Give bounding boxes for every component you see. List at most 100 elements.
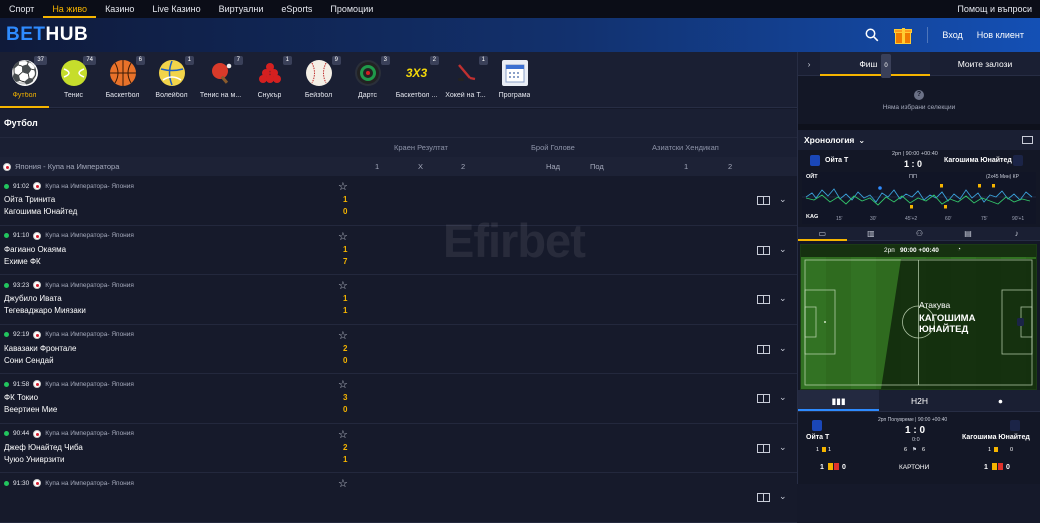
pitch-view-icon[interactable]: [757, 245, 770, 255]
match-time: 90:44: [13, 430, 30, 437]
table-tennis-icon: [208, 60, 234, 86]
sport-volleyball[interactable]: Волейбол 1: [147, 52, 196, 108]
site-header: BETHUB Вход Нов клиент: [0, 18, 1040, 52]
chevron-down-icon[interactable]: ⌄: [779, 442, 787, 453]
chronology-header[interactable]: Хронология ⌄: [798, 130, 1040, 150]
favorite-star-icon[interactable]: ☆: [338, 180, 348, 193]
chevron-down-icon[interactable]: ⌄: [779, 343, 787, 354]
chevron-down-icon[interactable]: ⌄: [779, 491, 787, 502]
match-row[interactable]: 91:10 Купа на Императора- Япония Фагиано О…: [0, 225, 797, 275]
attack-label: Атакува: [919, 300, 951, 310]
favorite-star-icon[interactable]: ☆: [338, 428, 348, 441]
graph-tick: 75': [981, 216, 988, 222]
japan-flag-icon: [33, 429, 42, 438]
match-meta: 90:44 Купа на Императора- Япония: [4, 429, 134, 438]
h2h-away-kit-icon: [1010, 420, 1020, 431]
japan-flag-icon: [33, 380, 42, 388]
chevron-down-icon[interactable]: ⌄: [779, 293, 787, 304]
away-team: Чуюо Униврзити: [4, 454, 65, 464]
chevron-down-icon[interactable]: ⌄: [779, 244, 787, 255]
tab-stats-chart-icon[interactable]: ▮▮▮: [798, 390, 879, 411]
pitch-view-icon[interactable]: [757, 443, 770, 453]
pitch-view-icon[interactable]: [757, 394, 770, 403]
tab-ball-icon[interactable]: ●: [960, 390, 1040, 411]
tab-betslip[interactable]: Фиш 0: [820, 51, 930, 78]
sport-calendar[interactable]: Програма: [490, 52, 539, 108]
collapse-arrow-icon[interactable]: ›: [798, 59, 820, 69]
nav-casino[interactable]: Казино: [96, 0, 143, 18]
sport-label: Баскетбол ...: [395, 92, 438, 99]
favorite-star-icon[interactable]: ☆: [338, 378, 348, 391]
sport-count-badge: 1: [478, 56, 488, 65]
pitch-view-icon[interactable]: [757, 196, 770, 205]
register-button[interactable]: Нов клиент: [977, 30, 1024, 40]
login-button[interactable]: Вход: [942, 30, 962, 40]
cards-label: КАРТОНИ: [899, 464, 930, 471]
favorite-star-icon[interactable]: ☆: [338, 329, 348, 342]
tab-table-icon[interactable]: ▤: [944, 227, 993, 241]
home-team: Ойта Т: [825, 157, 849, 164]
search-icon[interactable]: [865, 28, 879, 42]
chevron-down-icon[interactable]: ⌄: [779, 392, 787, 403]
home-score: 2: [343, 343, 348, 353]
tab-my-bets[interactable]: Моите залози: [930, 52, 1040, 76]
sport-tennis[interactable]: Тенис 74: [49, 52, 98, 108]
sport-table-tennis[interactable]: Тенис на м... 7: [196, 52, 245, 108]
momentum-line: [802, 184, 1036, 209]
sport-snooker[interactable]: Снукър 1: [245, 52, 294, 108]
nav-promotions[interactable]: Промоции: [321, 0, 382, 18]
league-header[interactable]: Япония - Купа на Императора 1 X 2 Над По…: [0, 157, 797, 176]
home-kit-icon: [810, 155, 820, 166]
pitch-status-bar: 2рп 90:00 +00:40 ◔: [801, 245, 1036, 257]
gift-icon[interactable]: [893, 25, 913, 45]
sport-darts[interactable]: Дартс 3: [343, 52, 392, 108]
cards-home-1: 1: [820, 464, 824, 471]
sport-basketball[interactable]: Баскетбол 6: [98, 52, 147, 108]
nav-esports[interactable]: eSports: [272, 0, 321, 18]
tab-lineups-icon[interactable]: ⚇: [895, 227, 944, 241]
attack-team: КАГОШИМА ЮНАЙТЕД: [919, 313, 976, 335]
yellow-card-icon: [828, 463, 833, 470]
pitch-view-icon[interactable]: [757, 295, 770, 304]
red-card-icon: [834, 463, 839, 470]
live-pitch: 2рп 90:00 +00:40 ◔ Атакува КАГОШИМА ЮНАЙ…: [800, 244, 1037, 390]
pitch-view-icon[interactable]: [757, 344, 770, 354]
chevron-down-icon[interactable]: ⌄: [779, 194, 787, 205]
help-link[interactable]: Помощ и въпроси: [948, 0, 1040, 18]
match-row[interactable]: 93:23 Купа на Императора- Япония Джубило И…: [0, 275, 797, 325]
away-team: Сони Сендай: [4, 355, 54, 365]
favorite-star-icon[interactable]: ☆: [338, 230, 348, 243]
nav-live[interactable]: На живо: [43, 0, 97, 18]
nav-virtual[interactable]: Виртуални: [210, 0, 273, 18]
main-content: Футбол Краен Резултат Брой Голове Азиатс…: [0, 109, 797, 523]
away-score: 1: [343, 454, 348, 464]
tv-icon[interactable]: [1022, 136, 1033, 144]
sport-baseball[interactable]: Бейзбол 9: [294, 52, 343, 108]
sport-basketball-3x3[interactable]: 3X3 Баскетбол ... 2: [392, 52, 441, 108]
sport-ice-hockey[interactable]: Хокей на Т... 1: [441, 52, 490, 108]
yellow-card-icon: [994, 447, 998, 452]
tab-h2h[interactable]: H2H: [879, 390, 960, 411]
nav-live-casino[interactable]: Live Казино: [143, 0, 209, 18]
match-row[interactable]: 92:19 Купа на Императора- Япония Кавазаки …: [0, 324, 797, 374]
tab-audio-icon[interactable]: ♪: [992, 227, 1040, 241]
match-row[interactable]: 91:30 Купа на Императора- Япония ☆ ⌄: [0, 473, 797, 523]
match-time: 91:10: [13, 232, 30, 239]
favorite-star-icon[interactable]: ☆: [338, 279, 348, 292]
bethub-logo[interactable]: BETHUB: [6, 24, 88, 46]
match-row[interactable]: 91:58 Купа на Императора- Япония ФК Токио В…: [0, 374, 797, 424]
japan-flag-icon: [33, 330, 42, 339]
tab-pitch-icon[interactable]: ▭: [798, 227, 847, 241]
match-row[interactable]: 90:44 Купа на Императора- Япония Джеф Юнай…: [0, 423, 797, 473]
sport-count-badge: 6: [135, 56, 145, 65]
pitch-view-icon[interactable]: [757, 493, 770, 502]
tab-stats-icon[interactable]: ▥: [847, 227, 896, 241]
nav-sport[interactable]: Спорт: [0, 0, 43, 18]
away-score: 0: [343, 405, 348, 414]
match-row[interactable]: 91:02 Купа на Императора- Япония Ойта Трин…: [0, 176, 797, 226]
home-team: Фагиано Окаяма: [4, 244, 67, 254]
empty-message: Няма избрани селекции: [882, 103, 956, 111]
sport-football[interactable]: ⚽ Футбол 37: [0, 52, 49, 108]
live-indicator-icon: [4, 233, 9, 238]
home-score: 3: [343, 393, 348, 402]
